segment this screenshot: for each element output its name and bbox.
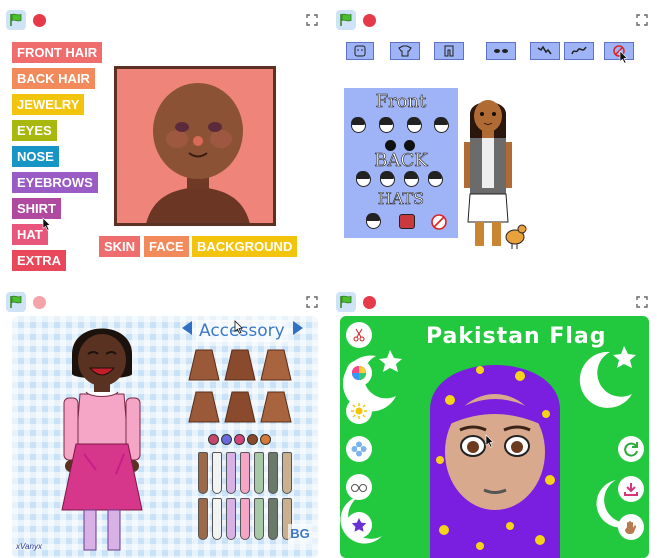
skirt-option[interactable]	[188, 390, 220, 424]
chicken-sprite	[505, 224, 528, 249]
stage-area: Front BACK HATS	[334, 34, 654, 276]
sock-option[interactable]	[212, 498, 222, 540]
bow-option[interactable]	[260, 434, 271, 445]
shoes-category-button[interactable]	[486, 42, 516, 60]
stop-button[interactable]	[33, 14, 46, 27]
menu-back-label: BACK	[374, 150, 428, 172]
pants-category-button[interactable]	[434, 42, 464, 60]
category-tag-skin[interactable]: SKIN	[99, 236, 141, 257]
sock-option[interactable]	[226, 498, 236, 540]
hat-option[interactable]	[366, 213, 381, 229]
character-face	[430, 365, 560, 558]
sock-option[interactable]	[268, 498, 278, 540]
bow-option[interactable]	[208, 434, 219, 445]
stop-button[interactable]	[363, 296, 376, 309]
scissors-icon[interactable]	[346, 322, 372, 348]
download-icon[interactable]	[618, 476, 644, 502]
fullscreen-icon[interactable]	[306, 14, 318, 26]
flower-icon[interactable]	[346, 436, 372, 462]
menu-hats-label: HATS	[377, 189, 425, 209]
back-hair-option[interactable]	[380, 171, 395, 187]
credit-text: xVanyx	[16, 542, 42, 551]
mouse-cursor-icon	[485, 434, 494, 448]
skirt-option[interactable]	[224, 348, 256, 382]
sock-option[interactable]	[240, 498, 250, 540]
back-hair-option[interactable]	[404, 171, 419, 187]
green-flag-icon[interactable]	[336, 292, 356, 312]
mouse-cursor-icon	[234, 320, 243, 334]
sock-option[interactable]	[254, 498, 264, 540]
fullscreen-icon[interactable]	[636, 296, 648, 308]
sock-option[interactable]	[212, 452, 222, 494]
sock-option[interactable]	[226, 452, 236, 494]
necklace-category-button[interactable]	[564, 42, 594, 60]
front-hair-option[interactable]	[379, 117, 394, 133]
bow-option[interactable]	[247, 434, 258, 445]
brightness-icon[interactable]	[346, 398, 372, 424]
skirt-option[interactable]	[188, 348, 220, 382]
front-hair-option[interactable]	[407, 117, 422, 133]
category-tag-jewelry[interactable]: JEWELRY	[12, 94, 85, 115]
stop-button[interactable]	[33, 296, 46, 309]
sock-option[interactable]	[268, 452, 278, 494]
category-tag-back-hair[interactable]: BACK HAIR	[12, 68, 95, 89]
category-tag-face[interactable]: FACE	[144, 236, 189, 257]
sock-option[interactable]	[240, 452, 250, 494]
category-tag-extra[interactable]: EXTRA	[12, 250, 67, 271]
category-tag-front-hair[interactable]: FRONT HAIR	[12, 42, 103, 63]
face-category-button[interactable]	[346, 42, 374, 60]
character-doll	[61, 328, 143, 551]
refresh-icon[interactable]	[618, 436, 644, 462]
category-tag-eyebrows[interactable]: EYEBROWS	[12, 172, 98, 193]
sock-option[interactable]	[198, 498, 208, 540]
skirt-option[interactable]	[224, 390, 256, 424]
sock-option[interactable]	[282, 452, 292, 494]
bow-option[interactable]	[234, 434, 245, 445]
shirt-category-button[interactable]	[390, 42, 420, 60]
back-hair-option[interactable]	[356, 171, 371, 187]
menu-front-label: Front	[375, 91, 427, 113]
bg-button[interactable]: BG	[288, 524, 312, 544]
sock-option[interactable]	[254, 452, 264, 494]
category-tag-nose[interactable]: NOSE	[12, 146, 59, 167]
prev-arrow-button[interactable]	[182, 321, 192, 335]
project-panel-2: Front BACK HATS	[334, 6, 654, 276]
front-hair-option[interactable]	[434, 117, 449, 133]
fullscreen-icon[interactable]	[306, 296, 318, 308]
green-flag-icon[interactable]	[336, 10, 356, 30]
glasses-icon[interactable]	[346, 474, 372, 500]
project-panel-4: Pakistan Flag	[334, 288, 654, 558]
accessory-category-button[interactable]	[530, 42, 560, 60]
project-panel-3: Accessory BG xVanyx	[4, 288, 324, 558]
fullscreen-icon[interactable]	[636, 14, 648, 26]
green-flag-icon[interactable]	[6, 10, 26, 30]
character-portrait	[114, 66, 276, 226]
hand-icon[interactable]	[618, 514, 644, 540]
mouse-cursor-icon	[619, 50, 628, 64]
stage-area: Pakistan Flag	[340, 316, 649, 558]
stop-button[interactable]	[363, 14, 376, 27]
hair-menu: Front BACK HATS	[344, 88, 458, 238]
color-wheel-icon[interactable]	[346, 360, 372, 386]
bow-option[interactable]	[221, 434, 232, 445]
star-icon[interactable]	[346, 512, 372, 538]
stage-area: FRONT HAIR BACK HAIR JEWELRY EYES NOSE EYEBRO…	[4, 34, 324, 276]
green-flag-icon[interactable]	[6, 292, 26, 312]
next-arrow-button[interactable]	[293, 321, 303, 335]
category-tag-eyes[interactable]: EYES	[12, 120, 57, 141]
category-tag-shirt[interactable]: SHIRT	[12, 198, 61, 219]
back-hair-option[interactable]	[428, 171, 443, 187]
category-tag-background[interactable]: BACKGROUND	[192, 236, 298, 257]
project-panel-1: FRONT HAIR BACK HAIR JEWELRY EYES NOSE EYEBRO…	[4, 6, 324, 276]
skirt-option[interactable]	[260, 348, 292, 382]
front-hair-option[interactable]	[351, 117, 366, 133]
no-hat-icon[interactable]	[431, 214, 447, 230]
hat-option[interactable]	[399, 214, 415, 229]
sock-option[interactable]	[198, 452, 208, 494]
stage-area: Accessory BG xVanyx	[12, 316, 318, 558]
skirt-option[interactable]	[260, 390, 292, 424]
mouse-cursor-icon	[42, 217, 51, 231]
